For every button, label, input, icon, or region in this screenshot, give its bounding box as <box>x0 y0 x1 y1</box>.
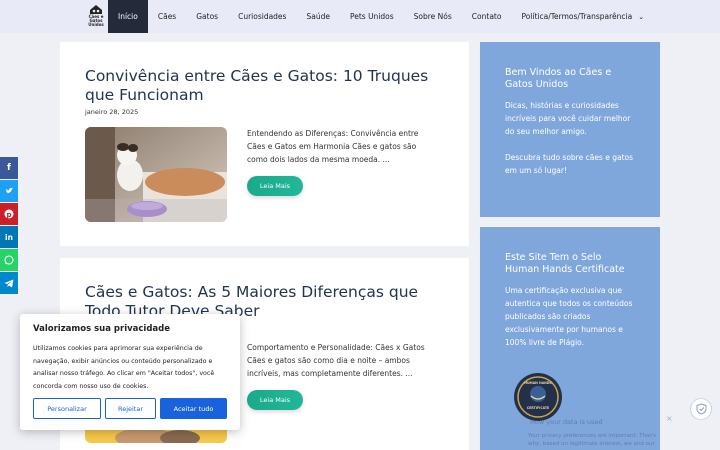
read-more-button[interactable]: Leia Mais <box>247 390 303 410</box>
reject-button[interactable]: Rejeitar <box>105 398 156 419</box>
twitter-icon <box>5 187 13 194</box>
nav-item-label: Gatos <box>196 12 219 21</box>
telegram-icon <box>4 279 14 287</box>
facebook-icon: f <box>7 163 11 173</box>
top-navigation: Cães e Gatos Unidos Início Cães Gatos Cu… <box>0 0 720 33</box>
nav-item-label: Curiosidades <box>238 12 287 21</box>
whatsapp-icon <box>4 255 14 265</box>
widget-text: Dicas, histórias e curiosidades incrívei… <box>505 101 631 136</box>
privacy-notice-title: How your data is used <box>530 418 603 426</box>
nav-item-politica[interactable]: Política/Termos/Transparência ⌄ <box>511 0 654 33</box>
nav-item-label: Contato <box>471 12 502 21</box>
cookie-text: Utilizamos cookies para aprimorar sua ex… <box>33 345 215 390</box>
widget-text: Uma certificação exclusiva que autentica… <box>505 286 633 347</box>
nav-item-label: Cães <box>157 12 177 21</box>
nav-item-label: Saúde <box>306 12 330 21</box>
linkedin-icon: in <box>5 232 13 242</box>
post-date: janeiro 28, 2025 <box>85 108 139 116</box>
cookie-title: Valorizamos sua privacidade <box>33 324 171 334</box>
nav-item-curiosidades[interactable]: Curiosidades <box>228 0 296 33</box>
nav-item-label: Início <box>118 12 138 21</box>
read-more-button[interactable]: Leia Mais <box>247 176 303 196</box>
nav-item-contato[interactable]: Contato <box>462 0 512 33</box>
nav-item-label: Política/Termos/Transparência <box>521 12 633 21</box>
nav-item-inicio[interactable]: Início <box>108 0 148 33</box>
widget-title: Bem Vindos ao Cães e Gatos Unidos <box>505 67 612 90</box>
badge-text: HUMAN HANDS <box>524 381 552 385</box>
cookie-consent-banner: Valorizamos sua privacidade Utilizamos c… <box>20 314 240 430</box>
privacy-notice: × How your data is used Your privacy pre… <box>520 412 690 450</box>
widget-text: Descubra tudo sobre cães e gatos em um s… <box>505 153 634 175</box>
post-title[interactable]: Convivência entre Cães e Gatos: 10 Truqu… <box>85 67 455 105</box>
privacy-close-icon[interactable]: × <box>666 414 673 423</box>
svg-text:p: p <box>6 211 11 219</box>
post-card: Convivência entre Cães e Gatos: 10 Truqu… <box>60 42 469 246</box>
shield-icon <box>696 403 706 415</box>
twitter-share-button[interactable] <box>0 180 18 202</box>
telegram-share-button[interactable] <box>0 272 18 294</box>
nav-item-caes[interactable]: Cães <box>148 0 186 33</box>
site-logo[interactable]: Cães e Gatos Unidos <box>86 4 106 30</box>
customize-button[interactable]: Personalizar <box>33 398 101 419</box>
logo-line: Unidos <box>88 22 104 27</box>
post-excerpt: Entendendo as Diferenças: Convivência en… <box>247 129 419 164</box>
nav-item-gatos[interactable]: Gatos <box>186 0 228 33</box>
widget-title: Este Site Tem o Selo Human Hands Certifi… <box>505 252 625 275</box>
welcome-widget: Bem Vindos ao Cães e Gatos Unidos Dicas,… <box>480 42 660 217</box>
chevron-down-icon: ⌄ <box>638 12 645 21</box>
pinterest-share-button[interactable]: p <box>0 203 18 225</box>
badge-text: CERTIFICATE <box>526 406 550 410</box>
accept-all-button[interactable]: Aceitar tudo <box>160 398 227 419</box>
nav-item-pets-unidos[interactable]: Pets Unidos <box>340 0 404 33</box>
nav-item-label: Sobre Nós <box>413 12 452 21</box>
privacy-notice-text: Your privacy preferences are important. … <box>528 433 656 447</box>
facebook-share-button[interactable]: f <box>0 157 18 179</box>
nav-item-saude[interactable]: Saúde <box>296 0 340 33</box>
main-menu: Início Cães Gatos Curiosidades Saúde Pet… <box>108 0 654 33</box>
dog-and-cat-image <box>85 127 227 222</box>
whatsapp-share-button[interactable] <box>0 249 18 271</box>
nav-item-sobre-nos[interactable]: Sobre Nós <box>404 0 462 33</box>
pinterest-icon: p <box>4 209 14 219</box>
nav-item-label: Pets Unidos <box>349 12 394 21</box>
privacy-shield-button[interactable] <box>690 398 712 420</box>
linkedin-share-button[interactable]: in <box>0 226 18 248</box>
post-excerpt: Comportamento e Personalidade: Cães x Ga… <box>247 343 425 378</box>
post-thumbnail[interactable] <box>85 127 227 222</box>
